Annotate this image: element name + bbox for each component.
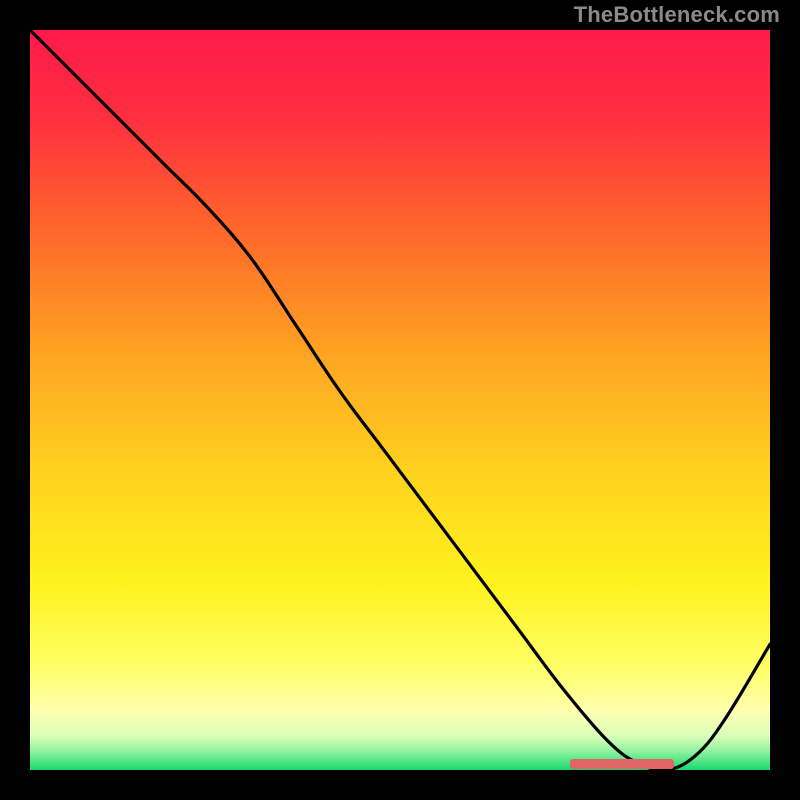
- watermark-text: TheBottleneck.com: [574, 2, 780, 28]
- plot-svg: [30, 30, 770, 770]
- plot-area: [30, 30, 770, 770]
- chart-frame: TheBottleneck.com: [0, 0, 800, 800]
- optimal-range-marker: [570, 759, 674, 769]
